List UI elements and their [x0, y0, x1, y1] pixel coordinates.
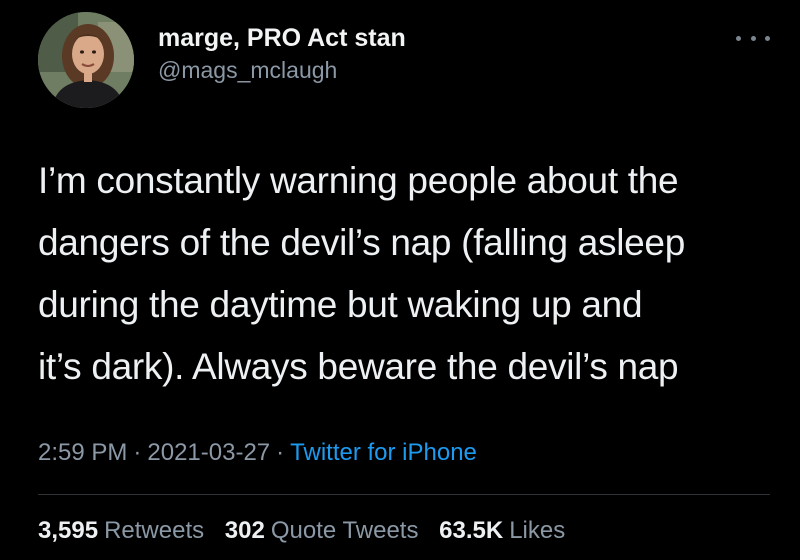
separator: ·: [276, 439, 285, 466]
tweet-date[interactable]: 2021-03-27: [147, 439, 270, 466]
quote-tweets-label: Quote Tweets: [270, 517, 419, 544]
tweet-stats: 3,595 Retweets 302 Quote Tweets 63.5K Likes: [38, 514, 579, 548]
tweet-time[interactable]: 2:59 PM: [38, 439, 127, 466]
tweet-text: I’m constantly warning people about the …: [38, 150, 778, 398]
tweet-text-line: during the daytime but waking up and: [38, 284, 643, 325]
tweet-header: marge, PRO Act stan @mags_mclaugh: [38, 12, 770, 108]
tweet-text-line: it’s dark). Always beware the devil’s na…: [38, 346, 679, 387]
tweet-text-line: dangers of the devil’s nap (falling asle…: [38, 222, 685, 263]
more-horizontal-icon[interactable]: [736, 28, 770, 48]
avatar-image: [38, 12, 134, 108]
tweet-meta: 2:59 PM · 2021-03-27 · Twitter for iPhone: [38, 436, 477, 470]
retweets-label: Retweets: [104, 517, 205, 544]
avatar[interactable]: [38, 12, 134, 108]
divider: [38, 494, 770, 495]
more-dot: [765, 35, 770, 41]
author-handle[interactable]: @mags_mclaugh: [158, 54, 406, 86]
likes-stat[interactable]: 63.5K Likes: [439, 514, 565, 548]
likes-label: Likes: [509, 517, 566, 544]
separator: ·: [133, 439, 142, 466]
author-names: marge, PRO Act stan @mags_mclaugh: [158, 22, 406, 86]
more-dot: [750, 35, 756, 41]
likes-count: 63.5K: [439, 517, 504, 544]
retweets-stat[interactable]: 3,595 Retweets: [38, 514, 204, 548]
tweet-source-link[interactable]: Twitter for iPhone: [290, 439, 477, 466]
quote-tweets-count: 302: [224, 517, 265, 544]
author-display-name[interactable]: marge, PRO Act stan: [158, 22, 406, 54]
quote-tweets-stat[interactable]: 302 Quote Tweets: [225, 514, 419, 548]
tweet-text-line: I’m constantly warning people about the: [38, 160, 679, 201]
retweets-count: 3,595: [38, 517, 99, 544]
tweet: marge, PRO Act stan @mags_mclaugh I’m co…: [0, 0, 800, 560]
more-dot: [736, 35, 741, 41]
